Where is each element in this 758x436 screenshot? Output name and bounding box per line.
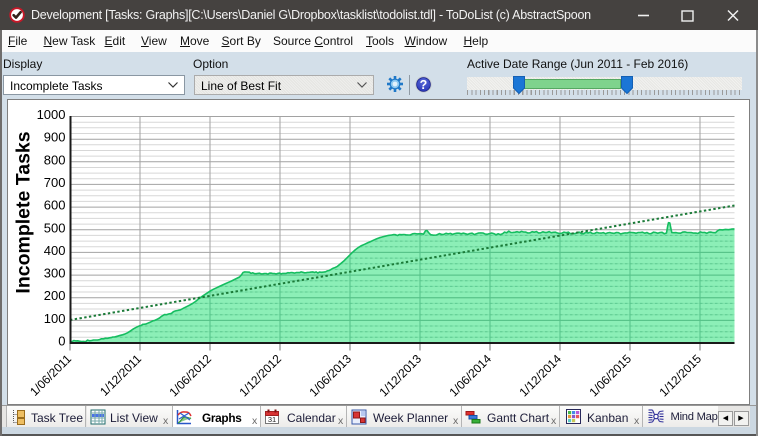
svg-text:1/06/2012: 1/06/2012	[166, 351, 214, 399]
svg-text:1/06/2013: 1/06/2013	[306, 351, 354, 399]
svg-text:1/12/2011: 1/12/2011	[97, 351, 144, 398]
svg-text:1/06/2014: 1/06/2014	[446, 351, 494, 399]
svg-text:600: 600	[44, 198, 66, 213]
svg-text:200: 200	[44, 288, 66, 303]
svg-text:1/12/2014: 1/12/2014	[516, 351, 564, 399]
svg-text:500: 500	[44, 220, 66, 235]
svg-text:300: 300	[44, 266, 66, 281]
svg-text:700: 700	[44, 175, 66, 190]
svg-text:800: 800	[44, 152, 66, 167]
svg-text:1000: 1000	[37, 107, 66, 122]
svg-text:?: ?	[420, 78, 428, 92]
svg-text:100: 100	[44, 311, 66, 326]
svg-text:1/06/2011: 1/06/2011	[27, 351, 74, 398]
svg-text:31: 31	[268, 415, 276, 424]
svg-text:400: 400	[44, 243, 66, 258]
svg-text:1/12/2015: 1/12/2015	[656, 351, 704, 399]
svg-text:1/06/2015: 1/06/2015	[586, 351, 634, 399]
svg-text:900: 900	[44, 130, 66, 145]
svg-text:1/12/2013: 1/12/2013	[376, 351, 424, 399]
svg-text:0: 0	[58, 334, 65, 349]
svg-text:1/12/2012: 1/12/2012	[236, 351, 284, 399]
svg-text:Incomplete Tasks: Incomplete Tasks	[13, 131, 35, 293]
